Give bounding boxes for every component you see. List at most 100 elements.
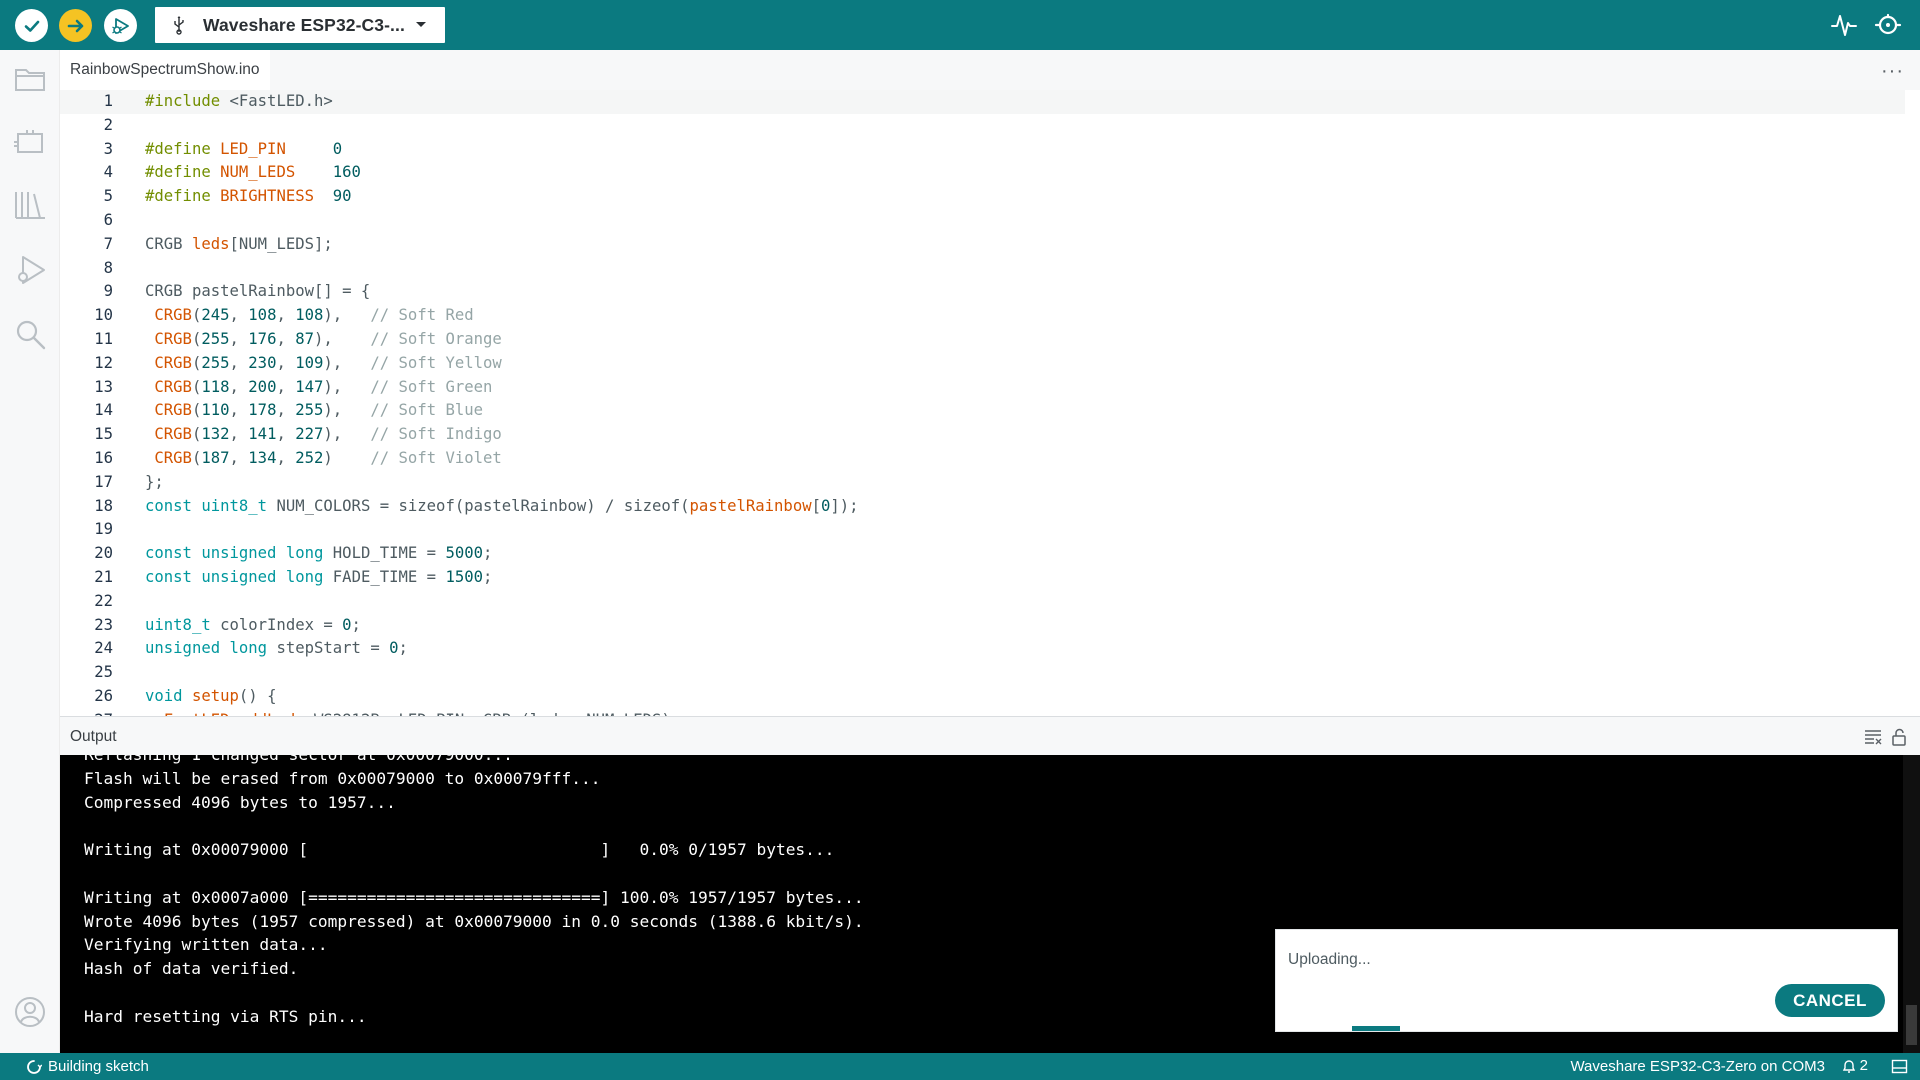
code-line[interactable]: 23 uint8_t colorIndex = 0;	[60, 614, 1905, 638]
code-line[interactable]: 18 const uint8_t NUM_COLORS = sizeof(past…	[60, 495, 1905, 519]
search-icon[interactable]	[13, 317, 47, 351]
output-title: Output	[70, 728, 117, 745]
notifications-indicator[interactable]: 2	[1841, 1057, 1868, 1074]
line-number: 19	[94, 520, 113, 539]
editor-tab-strip: RainbowSpectrumShow.ino ···	[60, 50, 1920, 90]
notification-count: 2	[1859, 1057, 1868, 1074]
tab-sketch-file[interactable]: RainbowSpectrumShow.ino	[60, 50, 270, 90]
code-line[interactable]: 12 CRGB(255, 230, 109), // Soft Yellow	[60, 352, 1905, 376]
line-number: 6	[103, 210, 113, 229]
upload-progress-indicator	[1352, 1026, 1400, 1031]
code-text: #include <FastLED.h>	[145, 92, 333, 110]
code-line[interactable]: 15 CRGB(132, 141, 227), // Soft Indigo	[60, 423, 1905, 447]
editor-scrollbar[interactable]	[1905, 90, 1920, 716]
scroll-lock-icon[interactable]	[1889, 727, 1909, 747]
line-number: 9	[103, 282, 113, 301]
line-number: 20	[94, 544, 113, 563]
line-number: 25	[94, 663, 113, 682]
line-number: 15	[94, 425, 113, 444]
output-line: Wrote 4096 bytes (1957 compressed) at 0x…	[84, 911, 864, 931]
code-line[interactable]: 14 CRGB(110, 178, 255), // Soft Blue	[60, 399, 1905, 423]
code-line[interactable]: 9 CRGB pastelRainbow[] = {	[60, 280, 1905, 304]
code-line[interactable]: 4 #define NUM_LEDS 160	[60, 161, 1905, 185]
code-line[interactable]: 19	[60, 518, 1905, 542]
code-line[interactable]: 16 CRGB(187, 134, 252) // Soft Violet	[60, 447, 1905, 471]
notification-message: Uploading...	[1288, 951, 1371, 968]
output-scrollbar[interactable]	[1903, 755, 1920, 1053]
spinner-icon	[27, 1059, 42, 1074]
verify-button[interactable]	[15, 9, 48, 42]
code-line[interactable]: 10 CRGB(245, 108, 108), // Soft Red	[60, 304, 1905, 328]
build-status: Building sketch	[26, 1058, 149, 1075]
output-line: Reflashing 1 changed sector at 0x0007900…	[84, 755, 864, 767]
library-manager-icon[interactable]	[13, 188, 47, 222]
cancel-button[interactable]: CANCEL	[1775, 984, 1885, 1017]
line-number: 12	[94, 353, 113, 372]
code-text: CRGB(132, 141, 227), // Soft Indigo	[154, 425, 502, 444]
line-number: 3	[103, 139, 113, 158]
serial-plotter-icon[interactable]	[1830, 11, 1858, 39]
line-number: 10	[94, 306, 113, 325]
code-text: const unsigned long HOLD_TIME = 5000;	[145, 544, 493, 563]
code-line[interactable]: 5 #define BRIGHTNESS 90	[60, 185, 1905, 209]
code-line[interactable]: 13 CRGB(118, 200, 147), // Soft Green	[60, 376, 1905, 400]
toggle-panel-icon[interactable]	[1891, 1058, 1908, 1075]
output-line: Compressed 4096 bytes to 1957...	[84, 792, 396, 812]
code-text: CRGB pastelRainbow[] = {	[145, 282, 371, 301]
code-line[interactable]: 6	[60, 209, 1905, 233]
usb-icon	[174, 16, 184, 35]
line-number: 2	[103, 115, 113, 134]
code-line[interactable]: 24 unsigned long stepStart = 0;	[60, 637, 1905, 661]
code-line[interactable]: 1 #include <FastLED.h>	[60, 90, 1905, 114]
line-number: 13	[94, 377, 113, 396]
line-number: 24	[94, 639, 113, 658]
code-line[interactable]: 2	[60, 114, 1905, 138]
folder-icon[interactable]	[13, 62, 47, 96]
clear-output-icon[interactable]	[1863, 727, 1883, 747]
code-line[interactable]: 8	[60, 257, 1905, 281]
activity-bar	[0, 50, 60, 1053]
top-toolbar: Waveshare ESP32-C3-...	[0, 0, 1920, 50]
board-selector[interactable]: Waveshare ESP32-C3-...	[155, 7, 445, 43]
code-line[interactable]: 21 const unsigned long FADE_TIME = 1500;	[60, 566, 1905, 590]
output-line: Writing at 0x0007a000 [=================…	[84, 887, 864, 907]
code-text: void setup() {	[145, 686, 277, 705]
line-number: 5	[103, 187, 113, 206]
debug-panel-icon[interactable]	[13, 253, 47, 287]
code-line[interactable]: 3 #define LED_PIN 0	[60, 138, 1905, 162]
code-line[interactable]: 7 CRGB leds[NUM_LEDS];	[60, 233, 1905, 257]
arrow-right-icon	[67, 19, 83, 32]
code-text: CRGB(255, 230, 109), // Soft Yellow	[154, 353, 502, 372]
code-line[interactable]: 22	[60, 590, 1905, 614]
output-line: Writing at 0x00079000 [ ] 0.0% 0/1957 by…	[84, 840, 835, 860]
board-port-status[interactable]: Waveshare ESP32-C3-Zero on COM3	[1570, 1058, 1825, 1075]
code-text: CRGB(118, 200, 147), // Soft Green	[154, 377, 493, 396]
code-line[interactable]: 26 void setup() {	[60, 685, 1905, 709]
board-manager-icon[interactable]	[13, 125, 47, 159]
line-number: 18	[94, 496, 113, 515]
line-number: 1	[103, 92, 113, 110]
account-icon[interactable]	[13, 995, 47, 1029]
code-text: const uint8_t NUM_COLORS = sizeof(pastel…	[145, 496, 859, 515]
bell-icon	[1842, 1059, 1855, 1073]
serial-monitor-icon[interactable]	[1874, 11, 1902, 39]
code-line[interactable]: 11 CRGB(255, 176, 87), // Soft Orange	[60, 328, 1905, 352]
code-text: #define BRIGHTNESS 90	[145, 187, 352, 206]
upload-button[interactable]	[59, 9, 92, 42]
line-number: 21	[94, 567, 113, 586]
output-scrollbar-thumb[interactable]	[1906, 1005, 1917, 1045]
code-text: const unsigned long FADE_TIME = 1500;	[145, 567, 493, 586]
code-editor[interactable]: 1 #include <FastLED.h> 2 3 #define LED_PIN 0…	[60, 90, 1905, 716]
code-text: CRGB(110, 178, 255), // Soft Blue	[154, 401, 484, 420]
code-line[interactable]: 27 FastLED.addLeds<WS2812B, LED_PIN, GRB…	[60, 709, 1905, 716]
line-number: 27	[60, 709, 113, 716]
debug-button[interactable]	[104, 9, 137, 42]
code-line[interactable]: 17};	[60, 471, 1905, 495]
line-number: 16	[94, 448, 113, 467]
code-line[interactable]: 25	[60, 661, 1905, 685]
code-line[interactable]: 20 const unsigned long HOLD_TIME = 5000;	[60, 542, 1905, 566]
more-options-icon[interactable]: ···	[1881, 60, 1904, 83]
code-text: #define LED_PIN 0	[145, 139, 343, 158]
